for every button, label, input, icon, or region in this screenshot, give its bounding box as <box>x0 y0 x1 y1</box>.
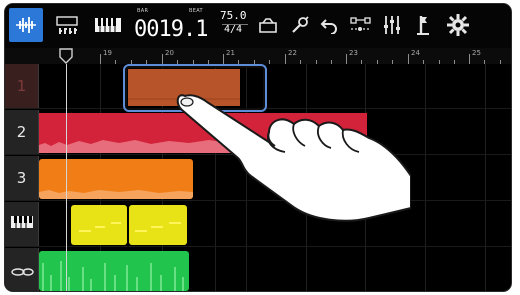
time-signature: 4/4 <box>224 24 243 35</box>
audio-region-track-3[interactable] <box>39 159 193 199</box>
track-header-2[interactable]: 2 <box>5 110 39 154</box>
ruler-bar-tick <box>408 54 409 64</box>
ruler-bar-label: 21 <box>226 49 235 57</box>
playhead-line[interactable] <box>66 64 67 291</box>
ruler-bar-tick <box>223 54 224 64</box>
track-header-1[interactable]: 1 <box>5 64 39 108</box>
ruler-bar-label: 24 <box>411 49 420 57</box>
metronome-button[interactable] <box>411 8 437 42</box>
counter-beat-label: BEAT <box>189 8 203 14</box>
drum-region-track-5[interactable] <box>39 251 189 291</box>
keyboard-button[interactable] <box>91 8 125 42</box>
ruler-bar-tick <box>100 54 101 64</box>
ruler-bar-tick <box>285 54 286 64</box>
tools-icon <box>290 15 310 35</box>
marker-icon <box>349 15 373 35</box>
ruler-bar-label: 20 <box>165 49 174 57</box>
waveform-icon <box>14 15 38 35</box>
position-counter[interactable]: BAR BEAT 0019.1 <box>131 7 213 45</box>
eq-button[interactable] <box>379 8 407 42</box>
ruler-bar-tick <box>469 54 470 64</box>
midi-region-track-4-a[interactable] <box>71 205 127 245</box>
tempo-bpm: 75.0 <box>220 9 247 22</box>
ruler-bar-tick <box>346 54 347 64</box>
track-header-4[interactable] <box>5 202 39 246</box>
waveform-edit-button[interactable] <box>9 8 43 42</box>
mixer-button[interactable] <box>53 8 81 42</box>
tempo-display[interactable]: 75.0 4/4 <box>218 9 252 43</box>
mixer-icon <box>55 14 79 36</box>
marker-button[interactable] <box>347 8 375 42</box>
eq-icon <box>382 14 404 36</box>
track-number: 2 <box>16 123 27 141</box>
undo-button[interactable] <box>317 8 343 42</box>
ruler-bar-label: 25 <box>472 49 481 57</box>
keyboard-icon <box>10 214 34 234</box>
save-icon <box>258 17 278 33</box>
track-number: 3 <box>16 169 27 187</box>
pointing-hand-illustration <box>176 94 411 222</box>
ruler-bar-tick <box>162 54 163 64</box>
track-number: 1 <box>16 77 27 95</box>
gear-icon <box>446 13 470 37</box>
tools-button[interactable] <box>287 8 313 42</box>
track-header-3[interactable]: 3 <box>5 156 39 200</box>
track-row-5[interactable] <box>5 248 511 291</box>
playhead-marker[interactable] <box>59 48 73 64</box>
keyboard-icon <box>94 16 122 34</box>
save-button[interactable] <box>255 8 281 42</box>
drum-icon <box>10 258 34 282</box>
ruler-bar-label: 19 <box>103 49 112 57</box>
timeline-ruler[interactable]: 19 20 21 22 23 24 25 <box>5 48 511 64</box>
ruler-bar-label: 22 <box>288 49 297 57</box>
settings-button[interactable] <box>443 8 473 42</box>
counter-value: 0019.1 <box>134 17 208 42</box>
metronome-icon <box>415 14 433 36</box>
toolbar: BAR BEAT 0019.1 75.0 4/4 <box>5 4 511 48</box>
ruler-bar-label: 23 <box>349 49 358 57</box>
counter-bar-label: BAR <box>137 8 149 14</box>
device-screen: BAR BEAT 0019.1 75.0 4/4 19 20 21 22 23 … <box>5 4 511 291</box>
undo-icon <box>320 16 340 34</box>
track-header-5[interactable] <box>5 248 39 291</box>
